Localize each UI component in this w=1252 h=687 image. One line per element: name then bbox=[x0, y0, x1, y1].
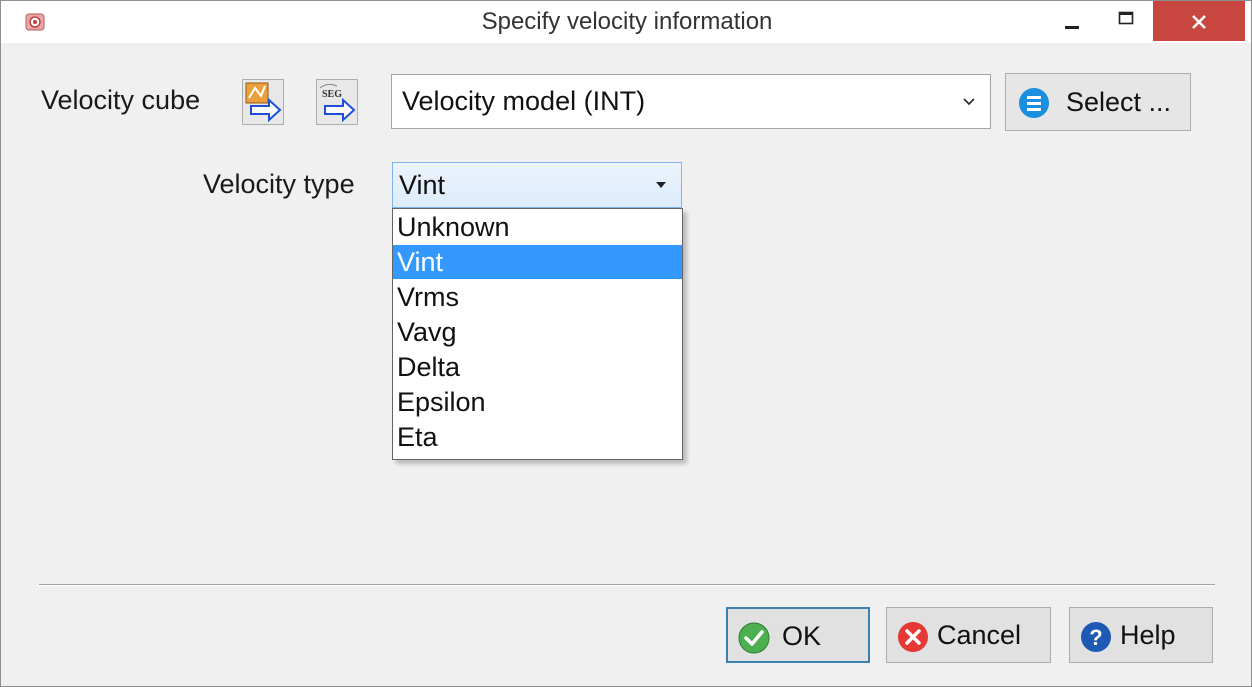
velocity-type-combo[interactable]: Vint bbox=[392, 162, 682, 208]
import-velocity-button[interactable] bbox=[242, 79, 284, 125]
dropdown-option-vint[interactable]: Vint bbox=[393, 245, 682, 279]
dropdown-option-vrms[interactable]: Vrms bbox=[393, 280, 682, 314]
dropdown-option-eta[interactable]: Eta bbox=[393, 420, 682, 454]
dropdown-option-vavg[interactable]: Vavg bbox=[393, 315, 682, 349]
dialog-window: Specify velocity information Velocity cu… bbox=[0, 0, 1252, 687]
segy-import-button[interactable]: SEG bbox=[316, 79, 358, 125]
dropdown-option-unknown[interactable]: Unknown bbox=[393, 210, 682, 244]
velocity-cube-label: Velocity cube bbox=[41, 85, 201, 115]
svg-text:?: ? bbox=[1089, 625, 1102, 650]
help-button[interactable]: ? Help bbox=[1069, 607, 1213, 663]
close-icon bbox=[1192, 15, 1206, 29]
ok-button-label: OK bbox=[782, 621, 822, 651]
velocity-type-value: Vint bbox=[399, 170, 446, 200]
minimize-button[interactable] bbox=[1045, 1, 1099, 43]
title-bar[interactable]: Specify velocity information bbox=[1, 1, 1251, 43]
help-button-label: Help bbox=[1120, 620, 1176, 650]
select-button-label: Select ... bbox=[1066, 87, 1172, 117]
velocity-type-dropdown: Unknown Vint Vrms Vavg Delta Epsilon Eta bbox=[392, 208, 683, 460]
chevron-down-icon bbox=[963, 98, 975, 106]
help-icon: ? bbox=[1081, 622, 1111, 652]
separator bbox=[39, 584, 1215, 586]
velocity-cube-combo[interactable]: Velocity model (INT) bbox=[391, 74, 991, 129]
maximize-button[interactable] bbox=[1099, 1, 1153, 43]
svg-text:SEG: SEG bbox=[322, 89, 342, 100]
import-arrow-icon bbox=[245, 82, 282, 123]
segy-import-icon: SEG bbox=[319, 83, 356, 123]
cancel-icon bbox=[898, 622, 928, 652]
dropdown-option-epsilon[interactable]: Epsilon bbox=[393, 385, 682, 419]
dropdown-option-delta[interactable]: Delta bbox=[393, 350, 682, 384]
ok-button[interactable]: OK bbox=[726, 607, 870, 663]
select-button[interactable]: Select ... bbox=[1005, 73, 1191, 131]
check-icon bbox=[738, 622, 770, 654]
cancel-button-label: Cancel bbox=[937, 620, 1022, 650]
dropdown-arrow-icon bbox=[656, 182, 666, 188]
minimize-icon bbox=[1065, 26, 1079, 29]
velocity-cube-value: Velocity model (INT) bbox=[402, 86, 646, 116]
list-icon bbox=[1019, 88, 1049, 118]
cancel-button[interactable]: Cancel bbox=[886, 607, 1051, 663]
velocity-type-label: Velocity type bbox=[203, 169, 355, 199]
maximize-icon bbox=[1118, 11, 1134, 25]
close-button[interactable] bbox=[1153, 1, 1245, 41]
